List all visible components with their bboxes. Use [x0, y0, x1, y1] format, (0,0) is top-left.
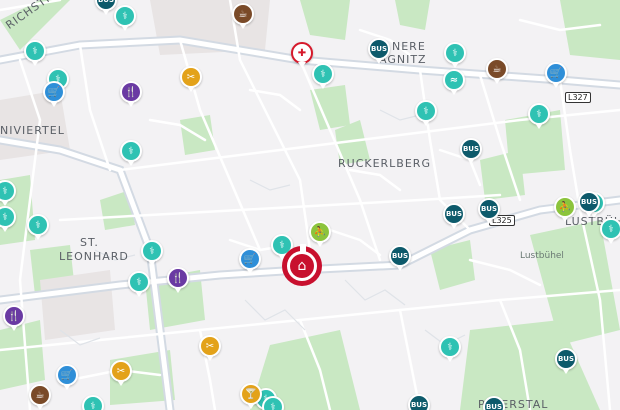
playground-icon[interactable]: ⛹: [309, 221, 331, 247]
stethoscope-icon[interactable]: ⚕: [528, 103, 550, 129]
bus-icon[interactable]: BUS: [460, 138, 482, 164]
stethoscope-icon[interactable]: ⚕: [128, 271, 150, 297]
fork-knife-icon[interactable]: 🍴: [120, 81, 142, 107]
park-label-lustbuhel: Lustbühel: [520, 251, 564, 261]
stethoscope-icon[interactable]: ⚕: [120, 140, 142, 166]
home-marker-notch: [300, 244, 306, 252]
stethoscope-icon[interactable]: ⚕: [114, 5, 136, 31]
district-label-st-leonhard-1: ST.: [80, 236, 99, 249]
road-shield-l327: L327: [565, 92, 591, 103]
playground-icon[interactable]: ⛹: [554, 196, 576, 222]
pharmacy-icon[interactable]: ✚: [291, 42, 313, 68]
cocktail-icon[interactable]: 🍸: [240, 383, 262, 409]
swimmer-icon[interactable]: ≈: [443, 69, 465, 95]
home-location-marker[interactable]: ⌂: [282, 244, 322, 286]
bus-icon[interactable]: BUS: [578, 191, 600, 217]
stethoscope-icon[interactable]: ⚕: [24, 40, 46, 66]
stethoscope-icon[interactable]: ⚕: [444, 42, 466, 68]
coffee-cup-icon[interactable]: ☕: [232, 3, 254, 29]
bus-icon[interactable]: BUS: [368, 38, 390, 64]
shopping-cart-icon[interactable]: 🛒: [545, 62, 567, 88]
fork-knife-icon[interactable]: 🍴: [3, 305, 25, 331]
bus-icon[interactable]: BUS: [389, 245, 411, 271]
bus-icon[interactable]: BUS: [478, 198, 500, 224]
map-view[interactable]: RICHSTRASSE NIVIERTEL RUCKERLBERG ST. LE…: [0, 0, 620, 410]
bus-icon[interactable]: BUS: [555, 348, 577, 374]
district-label-st-leonhard-2: LEONHARD: [59, 250, 129, 263]
stethoscope-icon[interactable]: ⚕: [27, 214, 49, 240]
house-icon: ⌂: [290, 254, 314, 278]
map-base-layer: [0, 0, 620, 410]
shopping-cart-icon[interactable]: 🛒: [56, 364, 78, 390]
district-label-innere-1: NERE: [392, 40, 426, 53]
stethoscope-icon[interactable]: ⚕: [82, 395, 104, 410]
shopping-cart-icon[interactable]: 🛒: [239, 248, 261, 274]
district-label-ruckerlberg: RUCKERLBERG: [338, 157, 431, 170]
fork-knife-icon[interactable]: 🍴: [167, 267, 189, 293]
coffee-cup-icon[interactable]: ☕: [486, 58, 508, 84]
stethoscope-icon[interactable]: ⚕: [415, 100, 437, 126]
stethoscope-icon[interactable]: ⚕: [439, 336, 461, 362]
hairdryer-icon[interactable]: ✂: [110, 360, 132, 386]
stethoscope-icon[interactable]: ⚕: [600, 218, 620, 244]
shopping-cart-icon[interactable]: 🛒: [43, 81, 65, 107]
stethoscope-icon[interactable]: ⚕: [141, 240, 163, 266]
district-label-viertel: NIVIERTEL: [0, 124, 65, 137]
bus-icon[interactable]: BUS: [443, 203, 465, 229]
stethoscope-icon[interactable]: ⚕: [312, 63, 334, 89]
hairdryer-icon[interactable]: ✂: [180, 66, 202, 92]
hairdryer-icon[interactable]: ✂: [199, 335, 221, 361]
coffee-cup-icon[interactable]: ☕: [29, 384, 51, 410]
bus-icon[interactable]: BUS: [408, 394, 430, 410]
